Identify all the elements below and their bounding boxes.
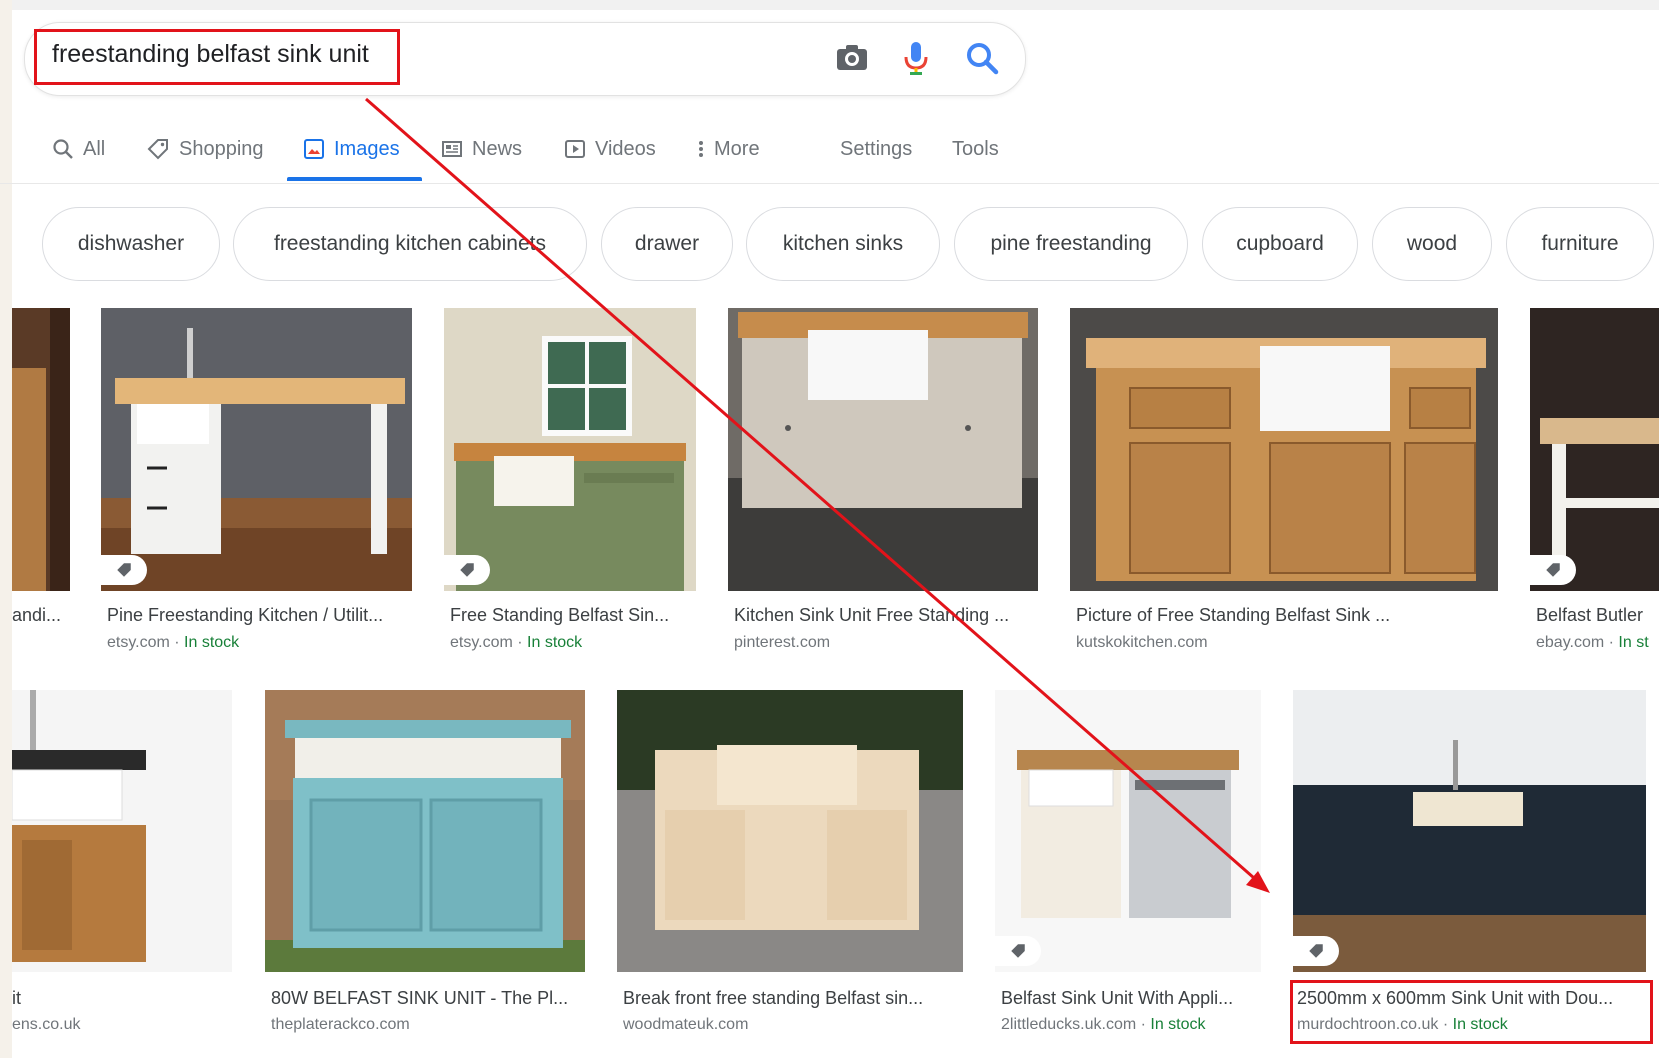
tab-settings[interactable]: Settings [840,118,912,180]
tag-icon [101,555,147,585]
tag-icon [1530,555,1576,585]
result-source: etsy.com · In stock [450,634,694,652]
active-tab-indicator [287,177,422,181]
result-thumbnail[interactable] [1530,308,1659,591]
search-input[interactable]: freestanding belfast sink unit [52,40,369,69]
stock-status: In stock [527,634,583,651]
play-icon [565,140,585,158]
result-source: ens.co.uk [12,1016,212,1034]
result-annotation-box [1290,980,1653,1044]
source-domain: ebay.com [1536,634,1605,651]
stock-status: In stock [1150,1016,1206,1033]
result-source: woodmateuk.com [623,1016,959,1034]
chip-freestanding-kitchen-cabinets[interactable]: freestanding kitchen cabinets [233,207,587,281]
search-tabs: All Shopping Images News Videos More Set… [0,118,1659,184]
tag-icon [1293,936,1339,966]
result-source: etsy.com · In stock [107,634,407,652]
search-icon[interactable] [962,38,1002,78]
window-top-edge [0,0,1659,10]
tab-label: Settings [840,137,913,160]
result-source: theplaterackco.com [271,1016,581,1034]
chip-pine-freestanding[interactable]: pine freestanding [954,207,1188,281]
result-title[interactable]: Belfast Sink Unit With Appli... [1001,988,1261,1009]
tab-label: Shopping [179,137,264,160]
tab-shopping[interactable]: Shopping [146,118,264,180]
result-thumbnail[interactable] [12,308,70,591]
source-domain: 2littleducks.uk.com [1001,1016,1137,1033]
result-thumbnail[interactable] [265,690,585,972]
tab-tools[interactable]: Tools [952,118,999,180]
tag-icon [147,139,168,160]
tag-icon [444,555,490,585]
newspaper-icon [442,141,462,157]
result-thumbnail[interactable] [444,308,696,591]
tab-label: All [83,137,106,160]
source-separator: · [512,634,528,651]
result-thumbnail[interactable] [101,308,412,591]
source-domain: woodmateuk.com [623,1016,749,1033]
search-icon [53,139,73,159]
result-thumbnail[interactable] [1070,308,1498,591]
tab-label: News [472,137,523,160]
source-domain: theplaterackco.com [271,1016,410,1033]
chip-drawer[interactable]: drawer [601,207,733,281]
source-domain: etsy.com [107,634,170,651]
source-domain: kutskokitchen.com [1076,634,1208,651]
source-domain: etsy.com [450,634,513,651]
result-title[interactable]: Belfast Butler [1536,605,1659,626]
result-thumbnail[interactable] [617,690,963,972]
result-source: 2littleducks.uk.com · In stock [1001,1016,1261,1034]
source-separator: · [1604,634,1619,651]
result-title[interactable]: Pine Freestanding Kitchen / Utilit... [107,605,407,626]
chip-dishwasher[interactable]: dishwasher [42,207,220,281]
stock-status: In st [1618,634,1649,651]
tab-label: Images [334,137,400,160]
header-divider [0,183,1659,184]
result-source: kutskokitchen.com [1076,634,1496,652]
result-title[interactable]: 80W BELFAST SINK UNIT - The Pl... [271,988,581,1009]
result-title[interactable]: it [12,988,212,1009]
microphone-icon[interactable] [896,38,936,78]
source-separator: · [169,634,185,651]
result-thumbnail[interactable] [728,308,1038,591]
result-title[interactable]: Picture of Free Standing Belfast Sink ..… [1076,605,1496,626]
camera-icon[interactable] [832,38,872,78]
tab-label: Videos [595,137,656,160]
result-title[interactable]: Break front free standing Belfast sin... [623,988,959,1009]
result-thumbnail[interactable] [1293,690,1646,972]
source-domain: pinterest.com [734,634,831,651]
result-title[interactable]: andi... [12,605,70,626]
result-thumbnail[interactable] [995,690,1261,972]
result-title[interactable]: Kitchen Sink Unit Free Standing ... [734,605,1034,626]
source-separator: · [1136,1016,1151,1033]
tab-images[interactable]: Images [303,118,400,180]
result-thumbnail[interactable] [12,690,232,972]
chip-cupboard[interactable]: cupboard [1202,207,1358,281]
chip-kitchen-sinks[interactable]: kitchen sinks [746,207,940,281]
tab-label: Tools [952,137,999,160]
tab-label: More [714,137,760,160]
vertical-dots-icon [699,141,703,157]
stock-status: In stock [184,634,240,651]
tab-news[interactable]: News [441,118,522,180]
tag-icon [995,936,1041,966]
result-title[interactable]: Free Standing Belfast Sin... [450,605,694,626]
source-domain: ens.co.uk [12,1016,81,1033]
chip-wood[interactable]: wood [1372,207,1492,281]
chip-furniture[interactable]: furniture [1506,207,1654,281]
result-source: pinterest.com [734,634,1034,652]
tab-more[interactable]: More [697,118,760,180]
result-source: ebay.com · In st [1536,634,1659,652]
image-icon [304,139,324,159]
tab-videos[interactable]: Videos [564,118,656,180]
tab-all[interactable]: All [52,118,105,180]
